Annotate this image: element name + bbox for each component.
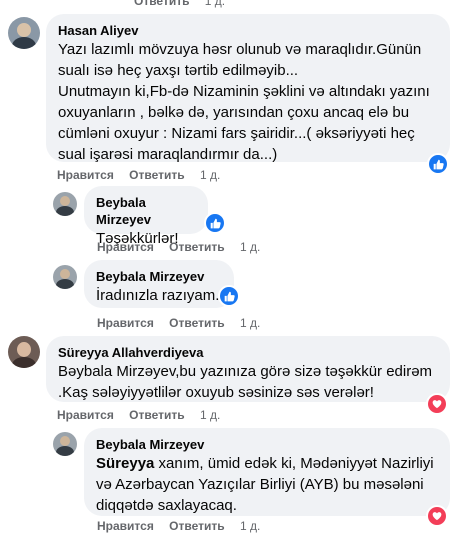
reply-button[interactable]: Ответить [169,519,224,533]
avatar[interactable] [8,17,40,49]
previous-comment-actions: Ответить 1 д. [134,0,225,8]
like-button[interactable]: Нравится [97,240,154,254]
comment-bubble: Hasan Aliyev Yazı lazımlı mövzuya həsr o… [46,14,450,163]
comment-time: 1 д. [239,519,261,533]
comment-actions: Нравится Ответить 1 д. [97,240,260,254]
like-reaction[interactable] [427,153,449,175]
comment-author[interactable]: Beybala Mirzeyev [96,194,196,228]
like-button[interactable]: Нравится [97,316,154,330]
comment-author[interactable]: Süreyya Allahverdiyeva [58,344,438,361]
comment-time: 1 д. [239,316,261,330]
reply-button[interactable]: Ответить [129,168,184,182]
comment-bubble: Beybala Mirzeyev İradınızla razıyam. [84,260,234,308]
thumbs-up-icon [224,291,235,301]
love-reaction[interactable] [426,393,448,415]
heart-icon [432,512,442,521]
comment-bubble: Süreyya Allahverdiyeva Bəybala Mirzəyev,… [46,336,450,402]
avatar[interactable] [53,192,77,216]
comment-actions: Нравится Ответить 1 д. [97,519,260,533]
avatar[interactable] [53,432,77,456]
reply-button[interactable]: Ответить [129,408,184,422]
comment-time: 1 д. [204,0,226,8]
like-reaction[interactable] [218,285,240,307]
comment-actions: Нравится Ответить 1 д. [57,408,220,422]
like-button[interactable]: Нравится [97,519,154,533]
comment-author[interactable]: Beybala Mirzeyev [96,268,222,285]
comment-time: 1 д. [199,168,221,182]
reply-button[interactable]: Ответить [169,240,224,254]
thumbs-up-icon [210,218,221,228]
mention-link[interactable]: Süreyya [96,455,154,472]
comment-author[interactable]: Beybala Mirzeyev [96,436,438,453]
comment-bubble: Beybala Mirzeyev Təşəkkürlər! [84,186,208,247]
comment-time: 1 д. [239,240,261,254]
comment-actions: Нравится Ответить 1 д. [57,168,220,182]
comment-text: Bəybala Mirzəyev,bu yazınıza görə sizə t… [58,363,433,401]
avatar[interactable] [8,336,40,368]
heart-icon [432,400,442,409]
comment-text: Süreyya xanım, ümid edək ki, Mədəniyyət … [96,453,438,516]
like-button[interactable]: Нравится [57,168,114,182]
comment-text: Yazı lazımlı mövzuya həsr olunub və mara… [58,41,430,163]
thumbs-up-icon [433,159,444,169]
avatar[interactable] [53,265,77,289]
love-reaction[interactable] [426,505,448,527]
reply-button[interactable]: Ответить [134,0,189,8]
reply-button[interactable]: Ответить [169,316,224,330]
comment-time: 1 д. [199,408,221,422]
comment-author[interactable]: Hasan Aliyev [58,22,438,39]
comment-bubble: Beybala Mirzeyev Süreyya xanım, ümid edə… [84,428,450,516]
like-reaction[interactable] [204,212,226,234]
like-button[interactable]: Нравится [57,408,114,422]
comment-text: İradınızla razıyam. [96,287,220,304]
comment-actions: Нравится Ответить 1 д. [97,316,260,330]
